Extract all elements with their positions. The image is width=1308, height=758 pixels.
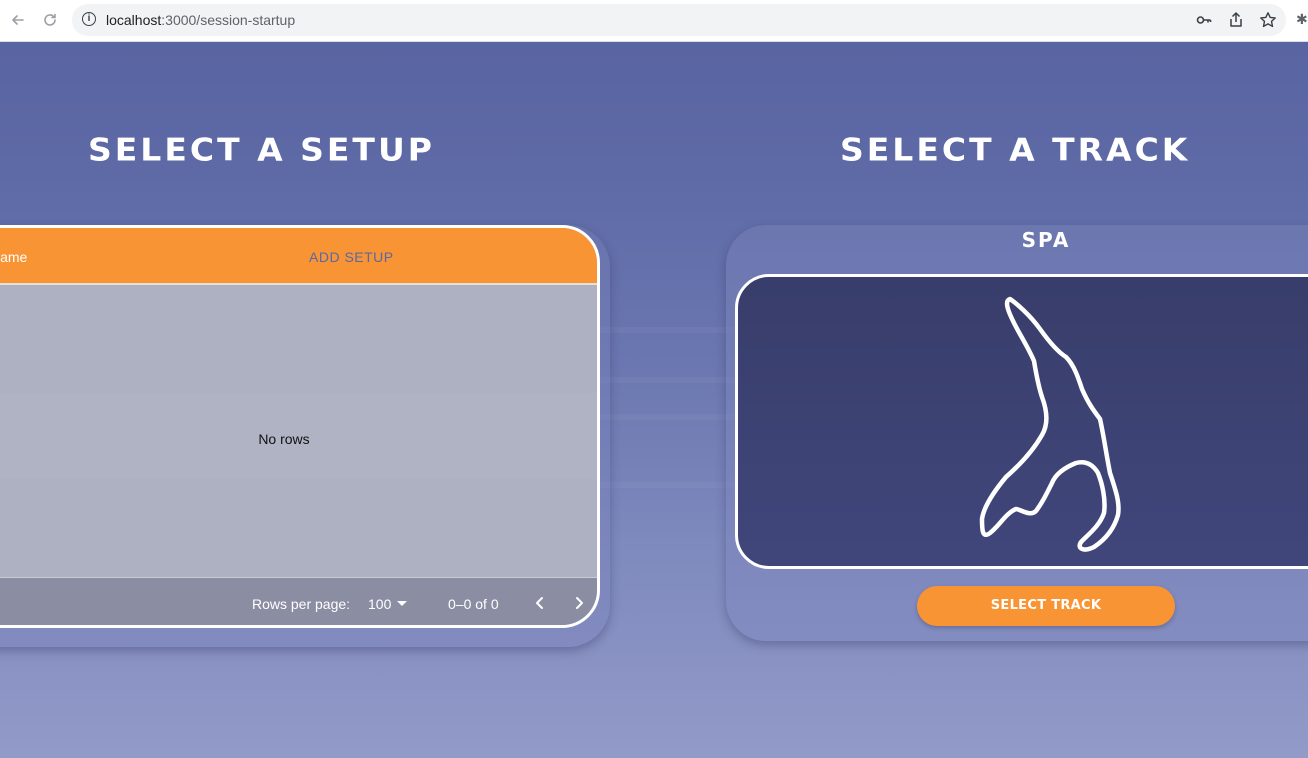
grid-body: No rows <box>0 285 597 577</box>
back-arrow-icon[interactable] <box>8 10 28 30</box>
rows-per-page-value: 100 <box>368 596 392 612</box>
key-icon[interactable] <box>1194 10 1214 30</box>
track-preview[interactable] <box>735 274 1308 569</box>
address-bar[interactable]: i localhost:3000/session-startup <box>72 4 1286 36</box>
url-host: localhost <box>106 12 162 28</box>
url-text[interactable]: localhost:3000/session-startup <box>106 12 295 28</box>
select-track-button[interactable]: SELECT TRACK <box>917 586 1175 626</box>
chevron-right-icon[interactable] <box>567 591 591 615</box>
setup-heading: SELECT A SETUP <box>88 130 435 169</box>
setup-data-grid: Name ADD SETUP No rows Rows per page: 10… <box>0 225 600 628</box>
add-setup-button[interactable]: ADD SETUP <box>309 249 394 265</box>
no-rows-message: No rows <box>258 431 310 447</box>
rows-per-page-select[interactable]: 100 <box>368 596 408 612</box>
share-icon[interactable] <box>1226 10 1246 30</box>
url-path: :3000/session-startup <box>161 12 296 28</box>
grid-header: Name ADD SETUP <box>0 228 597 285</box>
extensions-icon[interactable]: ✱ <box>1296 11 1308 27</box>
info-icon[interactable]: i <box>82 12 96 26</box>
column-header-name[interactable]: Name <box>0 249 27 265</box>
star-icon[interactable] <box>1258 10 1278 30</box>
browser-toolbar: i localhost:3000/session-startup ✱ <box>0 0 1308 42</box>
dropdown-caret-icon <box>397 600 408 606</box>
pagination-range: 0–0 of 0 <box>448 596 499 612</box>
reload-icon[interactable] <box>40 10 60 30</box>
grid-pagination: Rows per page: 100 0–0 of 0 <box>0 577 597 625</box>
track-name: SPA <box>1021 228 1071 252</box>
chevron-left-icon[interactable] <box>528 591 552 615</box>
session-startup-page: SELECT A SETUP SELECT A TRACK Name ADD S… <box>0 42 1308 758</box>
track-heading: SELECT A TRACK <box>840 130 1191 169</box>
track-layout-icon <box>979 296 1121 552</box>
rows-per-page-label: Rows per page: <box>252 596 351 612</box>
